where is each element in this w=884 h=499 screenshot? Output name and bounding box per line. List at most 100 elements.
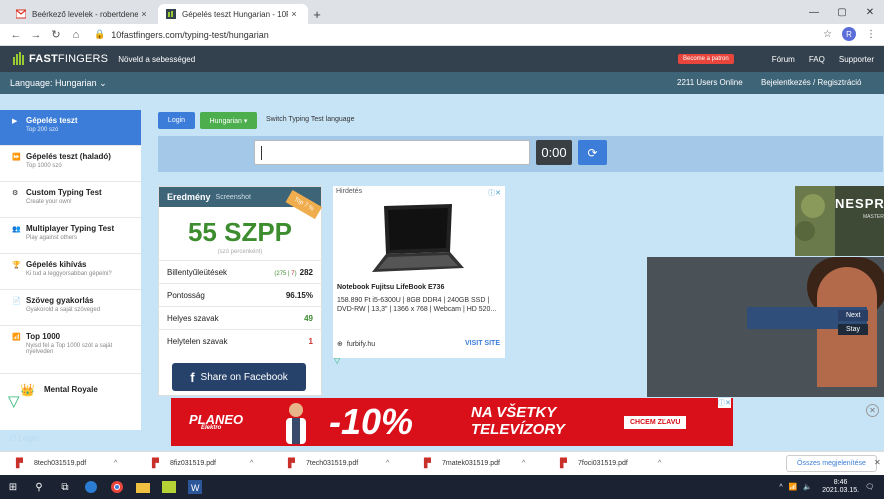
language-dropdown[interactable]: Language: Hungarian ⌄ (10, 78, 107, 89)
sidebar-item-top1000[interactable]: 📶 Top 1000 Nyisd fel a Top 1000 szót a sa… (0, 326, 141, 374)
reset-button[interactable]: ⟳ (578, 140, 607, 165)
wpm-value: 55 SZPP (187, 217, 293, 247)
sidebar-item-mental-royale[interactable]: 👑 Mental Royale (0, 375, 141, 423)
chevron-up-icon[interactable]: ^ (522, 460, 525, 467)
gears-icon: ⚙ (12, 189, 19, 197)
video-stay-button[interactable]: Stay (838, 324, 869, 335)
banner-discount: -10% (329, 401, 414, 442)
task-view-icon[interactable]: ⧉ (52, 475, 78, 499)
profile-avatar[interactable]: R (842, 27, 856, 41)
visit-site-link[interactable]: VISIT SITE (465, 340, 500, 347)
tab-title: Beérkező levelek - robertdenemo (32, 9, 138, 19)
menu-kebab-icon[interactable]: ⋮ (866, 29, 876, 40)
notebook-ad[interactable]: Hirdetés ⓘ✕ Notebook Fujitsu LifeBook E7… (333, 186, 505, 365)
chevron-up-icon[interactable]: ^ (114, 460, 117, 467)
toolbar-right: ☆ R ⋮ (813, 27, 876, 41)
video-next-button[interactable]: Next (838, 310, 869, 321)
windows-taskbar: ⊞ ⚲ ⧉ W ^ 📶 🔈 8:46 2021.03.15. 🗨 (0, 475, 884, 499)
globe-icon: ⊕ (337, 341, 343, 348)
ad-description: 158.890 Ft i5-6300U | 8GB DDR4 | 240GB S… (337, 297, 497, 313)
network-icon[interactable]: 📶 (789, 483, 798, 491)
app-icon[interactable] (156, 475, 182, 499)
planeo-banner-ad[interactable]: PLANEO Elektro -10% NA VŠETKY TELEVÍZORY C… (171, 398, 733, 446)
site-logo[interactable]: FAST FINGERS (12, 51, 108, 67)
laptop-image (372, 204, 464, 272)
minimize-button[interactable]: — (800, 0, 828, 24)
switch-language-label: Switch Typing Test language (266, 116, 355, 123)
video-overlay[interactable]: Next Stay (647, 257, 884, 397)
forward-icon[interactable]: → (28, 29, 44, 41)
site-subheader: Language: Hungarian ⌄ 2211 Users Online … (0, 72, 884, 94)
close-downloads-icon[interactable]: ✕ (874, 458, 881, 467)
url-field[interactable]: 🔒 10fastfingers.com/typing-test/hungaria… (94, 29, 269, 40)
adchoices-icon[interactable]: ⓘ✕ (488, 188, 501, 198)
windows-start-icon[interactable]: ⊞ (0, 475, 26, 499)
download-item[interactable]: ▛ 7matek031519.pdf ^ (408, 452, 544, 476)
download-item[interactable]: ▛ 8fiz031519.pdf ^ (136, 452, 272, 476)
tray-chevron-icon[interactable]: ^ (779, 484, 782, 491)
sidebar-item-multiplayer[interactable]: 👥 Multiplayer Typing Test Play against ot… (0, 218, 141, 254)
share-facebook-button[interactable]: f Share on Facebook (172, 363, 306, 391)
sidebar-item-advanced[interactable]: ⏩ Gépelés teszt (haladó) Top 1000 szó (0, 146, 141, 182)
refresh-icon: ⟳ (587, 145, 598, 160)
volume-icon[interactable]: 🔈 (803, 483, 812, 491)
tab-gmail[interactable]: Beérkező levelek - robertdenemo × (8, 4, 158, 24)
chevron-up-icon[interactable]: ^ (386, 460, 389, 467)
clock[interactable]: 8:46 2021.03.15. (822, 479, 859, 495)
trophy-icon: 🏆 (12, 261, 21, 269)
download-item[interactable]: ▛ 7foci031519.pdf ^ (544, 452, 680, 476)
show-all-downloads-button[interactable]: Összes megjelenítése (786, 455, 877, 472)
home-icon[interactable]: ⌂ (68, 29, 84, 41)
sidebar-item-typing-test[interactable]: ▶ Gépelés teszt Top 200 szó (0, 110, 141, 146)
timer: 0:00 (536, 140, 572, 165)
new-tab-button[interactable]: + (308, 4, 326, 24)
play-icon: ▶ (12, 117, 18, 125)
sidebar-item-custom[interactable]: ⚙ Custom Typing Test Create your own! (0, 182, 141, 218)
banner-cta-button[interactable]: CHCEM ZĽAVU (624, 416, 687, 429)
adchoices-icon[interactable]: ⓘ✕ (718, 398, 731, 408)
sidebar-item-text-practice[interactable]: 📄 Szöveg gyakorlás Gyakorold a saját szöv… (0, 290, 141, 326)
result-title: Eredmény (167, 192, 211, 202)
language-button[interactable]: Hungarian ▾ (200, 112, 257, 129)
tab-close-icon[interactable]: × (138, 9, 150, 19)
window-controls: — ▢ ✕ (800, 0, 884, 24)
search-icon[interactable]: ⚲ (26, 475, 52, 499)
browser-tab-bar: Beérkező levelek - robertdenemo × Gépelé… (0, 0, 884, 24)
chevron-up-icon[interactable]: ^ (658, 460, 661, 467)
banner-person-image (286, 403, 306, 444)
login-button[interactable]: Login (158, 112, 195, 129)
url-text: 10fastfingers.com/typing-test/hungarian (111, 29, 269, 40)
file-explorer-icon[interactable] (130, 475, 156, 499)
text-caret (261, 146, 262, 160)
chevron-up-icon[interactable]: ^ (250, 460, 253, 467)
nespresso-ad[interactable]: NESPR MASTER (795, 186, 884, 256)
maximize-button[interactable]: ▢ (828, 0, 856, 24)
become-patron-button[interactable]: Become a patron (678, 54, 734, 64)
back-icon[interactable]: ← (8, 29, 24, 41)
nespresso-sub: MASTER (863, 214, 884, 220)
tab-close-icon[interactable]: × (288, 9, 300, 19)
nav-supporter[interactable]: Supporter (839, 55, 874, 64)
users-icon: 👥 (12, 225, 21, 233)
login-register-link[interactable]: Bejelentkezés / Regisztráció (761, 78, 862, 87)
download-item[interactable]: ▛ 7tech031519.pdf ^ (272, 452, 408, 476)
close-window-button[interactable]: ✕ (856, 0, 884, 24)
chrome-icon[interactable] (104, 475, 130, 499)
edge-icon[interactable] (78, 475, 104, 499)
close-ad-icon[interactable]: ✕ (866, 404, 879, 417)
bookmark-star-icon[interactable]: ☆ (823, 29, 832, 40)
nav-forum[interactable]: Fórum (772, 55, 795, 64)
wrong-words-row: Helytelen szavak 1 (159, 329, 321, 352)
tab-10fastfingers[interactable]: Gépelés teszt Hungarian - 10Fa × (158, 4, 308, 24)
sidebar-item-challenge[interactable]: 🏆 Gépelés kihívás Ki tud a leggyorsabban … (0, 254, 141, 290)
system-tray: ^ 📶 🔈 8:46 2021.03.15. 🗨 (773, 475, 874, 499)
nav-faq[interactable]: FAQ (809, 55, 825, 64)
ghost-login-link[interactable]: ⏻ Login (10, 434, 38, 444)
notification-icon[interactable]: 🗨 (865, 483, 874, 491)
reload-icon[interactable]: ↻ (48, 28, 64, 41)
word-icon[interactable]: W (182, 475, 208, 499)
download-item[interactable]: ▛ 8tech031519.pdf ^ (0, 452, 136, 476)
screenshot-link[interactable]: Screenshot (216, 194, 251, 201)
typing-input[interactable] (254, 140, 530, 165)
pdf-icon: ▛ (560, 457, 567, 468)
